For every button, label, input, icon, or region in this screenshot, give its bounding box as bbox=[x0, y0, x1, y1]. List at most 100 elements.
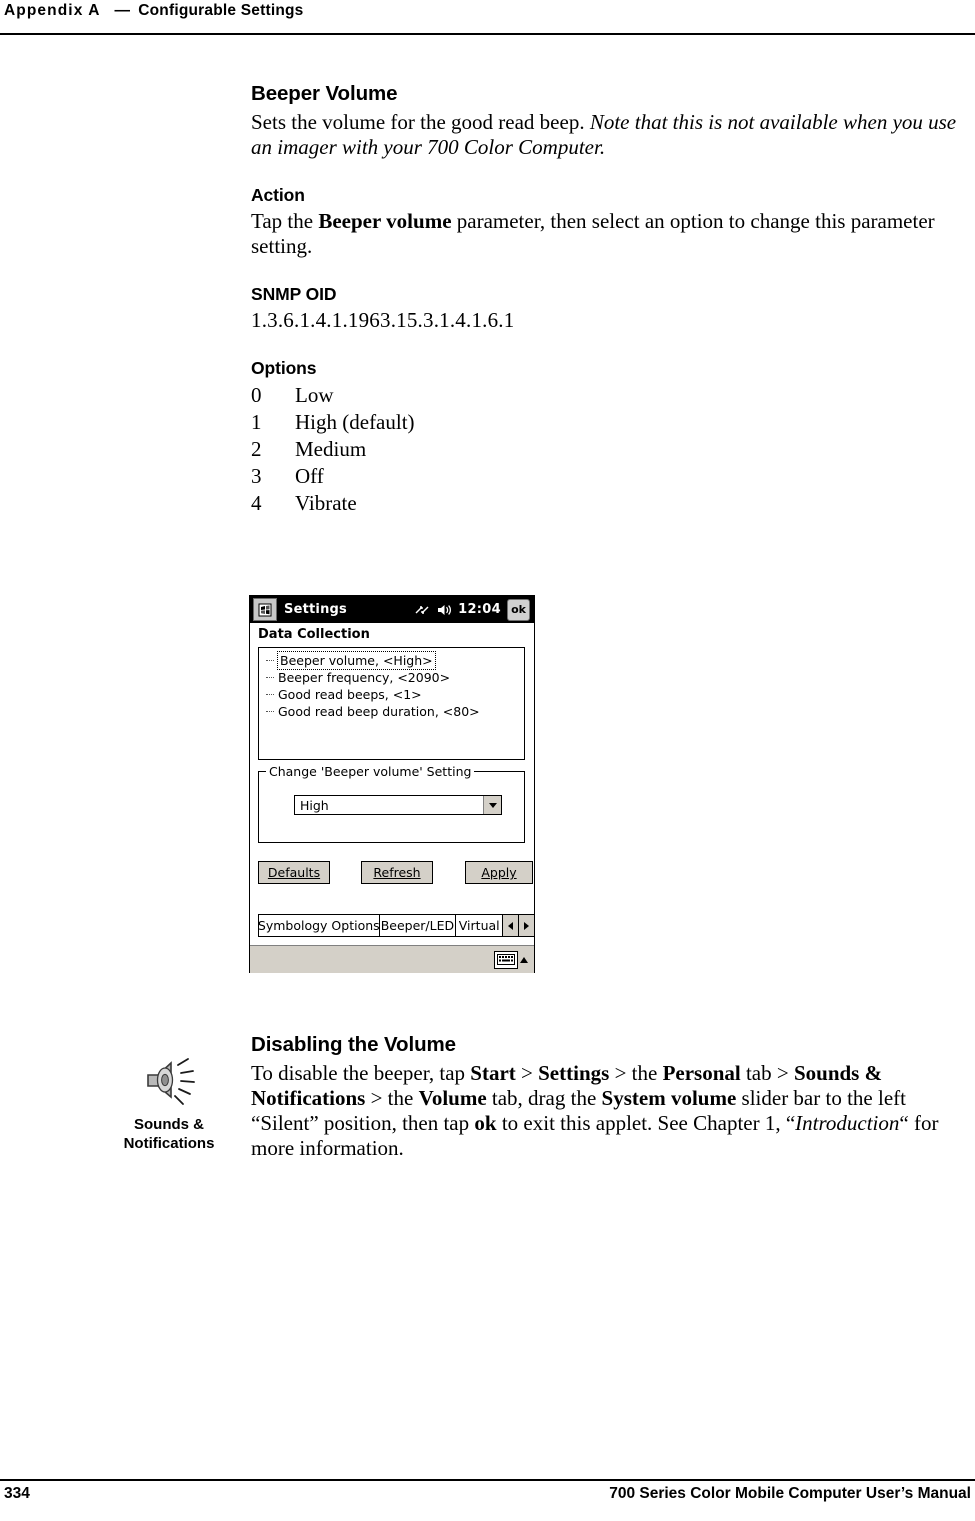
tree-branch-icon bbox=[266, 660, 274, 662]
option-label: Vibrate bbox=[295, 491, 357, 515]
note-b1: Start bbox=[470, 1061, 516, 1085]
tree-item-label: Good read beep duration, <80> bbox=[278, 704, 480, 719]
header-appendix: Appendix A bbox=[4, 2, 101, 19]
option-row: 0 Low bbox=[251, 382, 971, 409]
tree-item-beeper-frequency[interactable]: Beeper frequency, <2090> bbox=[262, 669, 524, 686]
option-row: 1 High (default) bbox=[251, 409, 971, 436]
pda-screenshot-figure: Settings 12:04 ok Data Collection Beeper… bbox=[249, 595, 536, 973]
note-paragraph: To disable the beeper, tap Start > Setti… bbox=[251, 1061, 971, 1161]
beeper-volume-dropdown[interactable]: High bbox=[294, 795, 502, 815]
page-running-header: Appendix A — Configurable Settings bbox=[0, 0, 975, 36]
manual-title: 700 Series Color Mobile Computer User’s … bbox=[609, 1485, 971, 1502]
option-number: 1 bbox=[251, 410, 262, 434]
defaults-button-label: Defaults bbox=[267, 865, 321, 880]
tree-branch-icon bbox=[266, 711, 274, 713]
defaults-button[interactable]: Defaults bbox=[258, 861, 330, 884]
intro-plain: Sets the volume for the good read beep. bbox=[251, 110, 590, 134]
dropdown-selected-value: High bbox=[300, 797, 329, 813]
header-rule bbox=[0, 33, 975, 35]
sounds-notifications-icon bbox=[138, 1053, 200, 1113]
tree-item-beeper-volume[interactable]: Beeper volume, <High> bbox=[262, 651, 524, 670]
option-number: 3 bbox=[251, 464, 262, 488]
option-row: 4 Vibrate bbox=[251, 490, 971, 517]
note-t1: To disable the beeper, tap bbox=[251, 1061, 471, 1085]
page-footer: 334 700 Series Color Mobile Computer Use… bbox=[0, 1479, 975, 1521]
refresh-button-label: Refresh bbox=[373, 865, 421, 880]
soft-keyboard-icon[interactable] bbox=[494, 950, 518, 969]
sounds-notifications-icon-block: Sounds & Notifications bbox=[94, 1053, 244, 1153]
apply-button[interactable]: Apply bbox=[465, 861, 533, 884]
header-section: Configurable Settings bbox=[138, 2, 304, 19]
icon-caption-line2: Notifications bbox=[123, 1135, 215, 1152]
tab-scroll-right-button[interactable] bbox=[518, 914, 536, 937]
triangle-right-icon bbox=[524, 921, 530, 930]
pda-title-bar: Settings 12:04 ok bbox=[250, 596, 534, 623]
tab-label: Beeper/LED bbox=[380, 918, 455, 933]
change-setting-legend: Change 'Beeper volume' Setting bbox=[266, 764, 475, 779]
tree-branch-icon bbox=[266, 694, 274, 696]
note-t5: > the bbox=[365, 1086, 419, 1110]
action-bold: Beeper volume bbox=[318, 209, 452, 233]
keyboard-up-arrow-icon[interactable] bbox=[520, 956, 528, 963]
tab-label: Symbology Options bbox=[258, 918, 380, 933]
speaker-icon bbox=[147, 1058, 195, 1105]
apply-button-label: Apply bbox=[481, 865, 517, 880]
tree-item-good-read-beep-duration[interactable]: Good read beep duration, <80> bbox=[262, 703, 524, 720]
speaker-volume-icon[interactable] bbox=[436, 603, 452, 617]
tree-branch-icon bbox=[266, 677, 274, 679]
connectivity-icon[interactable] bbox=[414, 603, 430, 617]
note-t6: tab, drag the bbox=[486, 1086, 602, 1110]
tab-beeper-led[interactable]: Beeper/LED bbox=[378, 914, 457, 937]
action-heading: Action bbox=[251, 185, 305, 205]
action-text-1: Tap the bbox=[251, 209, 319, 233]
option-label: High (default) bbox=[295, 410, 415, 434]
pda-taskbar bbox=[250, 945, 534, 973]
snmp-heading: SNMP OID bbox=[251, 284, 337, 304]
settings-tree-list[interactable]: Beeper volume, <High> Beeper frequency, … bbox=[258, 647, 525, 760]
option-row: 2 Medium bbox=[251, 436, 971, 463]
option-number: 4 bbox=[251, 491, 262, 515]
tab-strip: Symbology Options Beeper/LED Virtual bbox=[258, 914, 536, 937]
tree-item-label: Beeper volume, <High> bbox=[277, 651, 436, 670]
disabling-volume-block: Disabling the Volume To disable the beep… bbox=[251, 1033, 971, 1161]
note-heading: Disabling the Volume bbox=[251, 1033, 456, 1056]
start-menu-icon[interactable] bbox=[253, 598, 277, 621]
note-t2: > bbox=[515, 1061, 539, 1085]
footer-rule bbox=[0, 1479, 975, 1481]
note-t3: > the bbox=[609, 1061, 663, 1085]
main-content: Beeper Volume Sets the volume for the go… bbox=[251, 82, 971, 517]
tab-symbology-options[interactable]: Symbology Options bbox=[258, 914, 380, 937]
intro-paragraph: Sets the volume for the good read beep. … bbox=[251, 110, 971, 160]
refresh-button[interactable]: Refresh bbox=[361, 861, 433, 884]
option-row: 3 Off bbox=[251, 463, 971, 490]
pda-ok-button[interactable]: ok bbox=[507, 598, 530, 621]
options-list: 0 Low 1 High (default) 2 Medium 3 Off 4 … bbox=[251, 382, 971, 517]
note-b6: System volume bbox=[601, 1086, 737, 1110]
pda-client-area: Data Collection Beeper volume, <High> Be… bbox=[250, 623, 536, 945]
note-b7: ok bbox=[474, 1111, 497, 1135]
windows-flag-icon bbox=[258, 603, 272, 616]
triangle-left-icon bbox=[508, 921, 514, 930]
tab-scroll-left-button[interactable] bbox=[502, 914, 520, 937]
pda-system-tray: 12:04 ok bbox=[414, 598, 534, 621]
snmp-oid-value: 1.3.6.1.4.1.1963.15.3.1.4.1.6.1 bbox=[251, 308, 515, 332]
note-b5: Volume bbox=[418, 1086, 487, 1110]
option-label: Medium bbox=[295, 437, 367, 461]
option-label: Off bbox=[295, 464, 324, 488]
tab-virtual[interactable]: Virtual bbox=[455, 914, 504, 937]
tree-item-label: Good read beeps, <1> bbox=[278, 687, 422, 702]
note-i1: Introduction bbox=[795, 1111, 900, 1135]
keyboard-glyph-icon bbox=[497, 954, 515, 965]
note-t8: to exit this applet. See Chapter 1, “ bbox=[496, 1111, 796, 1135]
note-b3: Personal bbox=[662, 1061, 741, 1085]
header-text: Appendix A — Configurable Settings bbox=[4, 2, 303, 20]
options-heading: Options bbox=[251, 358, 317, 378]
option-label: Low bbox=[295, 383, 334, 407]
note-b2: Settings bbox=[538, 1061, 610, 1085]
tab-label: Virtual bbox=[458, 918, 500, 933]
chevron-down-icon[interactable] bbox=[483, 796, 501, 814]
note-t4: tab > bbox=[740, 1061, 794, 1085]
page-number: 334 bbox=[4, 1485, 30, 1502]
pda-clock: 12:04 bbox=[458, 602, 501, 617]
tree-item-good-read-beeps[interactable]: Good read beeps, <1> bbox=[262, 686, 524, 703]
